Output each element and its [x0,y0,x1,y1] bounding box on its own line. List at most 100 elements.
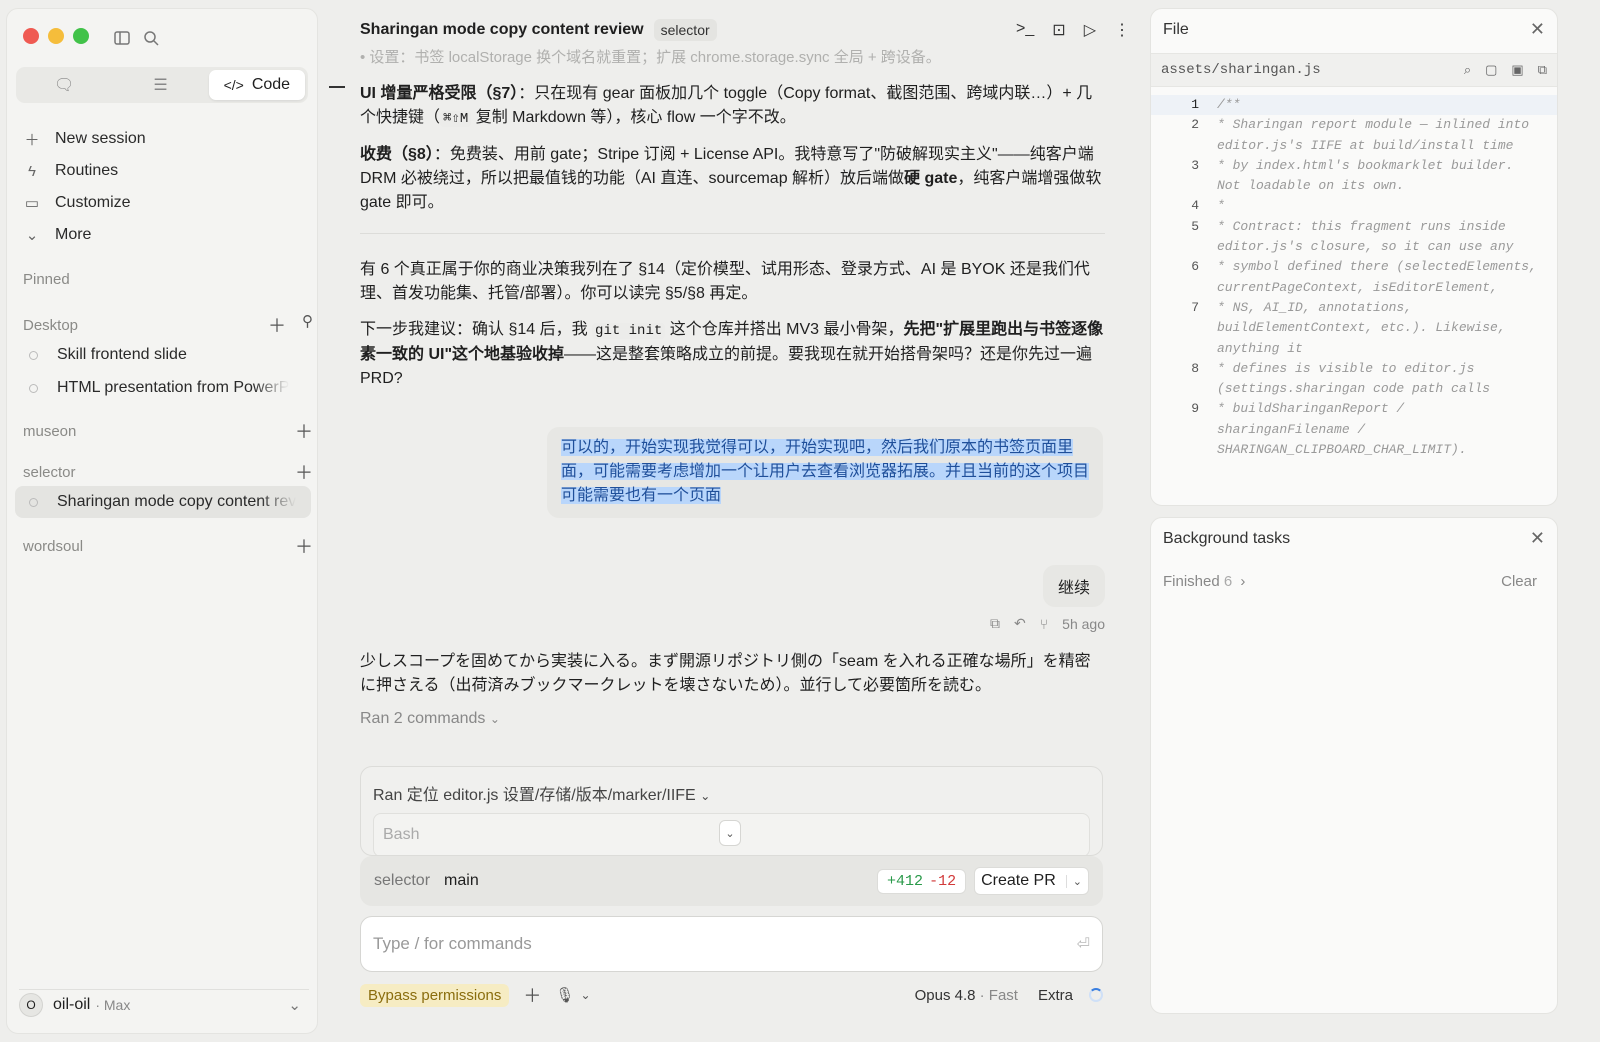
page-title: Sharingan mode copy content review [360,21,644,38]
search-icon[interactable]: ⌕ [1464,62,1471,78]
add-icon[interactable]: ＋ [295,533,313,559]
user-account[interactable]: O oil-oil · Max ⌄ [19,989,309,1019]
chevron-down-icon[interactable]: ⌄ [1065,874,1082,888]
ran-commands-toggle[interactable]: Ran 2 commands ⌄ [360,710,1105,728]
microphone-icon[interactable]: 🎙 [555,986,574,1004]
close-icon[interactable]: ✕ [1530,528,1545,549]
line-text: * by index.html's bookmarklet builder. N… [1217,157,1514,194]
bypass-permissions-button[interactable]: Bypass permissions [360,983,510,1007]
background-tasks-title: Background tasks [1163,530,1291,547]
branch-name[interactable]: main [444,872,479,890]
bold-text: 硬 gate [904,170,958,187]
git-status-bar: selector main +412 -12 Create PR ⌄ [360,856,1103,906]
scroll-marker [329,86,345,88]
add-icon[interactable]: ＋ [295,459,313,485]
desktop-section-header: Desktop ＋ ⚲ [23,312,313,338]
customize-button[interactable]: ▭ Customize [23,187,313,219]
copy-icon[interactable]: ⧉ [990,615,1000,632]
add-icon[interactable]: ＋ [268,312,286,338]
composer-footer: Bypass permissions ＋ 🎙 ⌄ Opus 4.8 · Fast… [360,982,1103,1008]
finished-count: 6 [1223,573,1233,590]
session-label: HTML presentation from PowerP [57,379,290,396]
line-text: * buildSharinganReport / sharinganFilena… [1217,401,1467,458]
pinned-section: Pinned [23,271,313,288]
bold-text: 收费（§8） [360,146,434,163]
selector-label: selector [23,463,76,481]
line-number: 5 [1191,218,1199,234]
undo-icon[interactable]: ↶ [1014,615,1026,632]
tab-tasks[interactable]: ☰ [112,70,208,100]
extra-button[interactable]: Extra [1038,987,1073,1004]
create-pr-button[interactable]: Create PR ⌄ [974,867,1089,895]
minimize-window-button[interactable] [48,28,64,44]
bash-label: Bash [383,826,420,843]
enter-icon[interactable]: ⏎ [1077,934,1090,954]
code-line: 4 * [1151,196,1557,216]
tab-chat[interactable]: 🗨 [16,70,112,100]
add-icon[interactable]: ＋ [295,418,313,444]
routines-button[interactable]: ϟ Routines [23,155,313,187]
toggle-sidebar-icon[interactable] [113,29,131,47]
conversation-content: • 设置：书签 localStorage 换个域名就重置；扩展 chrome.s… [360,48,1105,728]
maximize-window-button[interactable] [73,28,89,44]
search-icon[interactable] [142,29,160,47]
close-window-button[interactable] [23,28,39,44]
checklist-icon: ☰ [153,77,168,94]
session-item[interactable]: HTML presentation from PowerP [15,372,311,404]
finished-label: Finished [1163,573,1220,590]
chat-icon: 🗨 [54,77,75,94]
code-line: 1 /** [1151,95,1557,116]
message-paragraph: 有 6 个真正属于你的商业决策我列在了 §14（定价模型、试用形态、登录方式、A… [360,261,1090,302]
code-icon: </> [223,77,244,93]
diff-stats[interactable]: +412 -12 [877,868,967,894]
code-line: 3 * by index.html's bookmarklet builder.… [1151,156,1557,197]
model-name: Opus 4.8 [914,986,976,1004]
nav-label: Routines [55,162,119,179]
new-session-button[interactable]: ＋ New session [23,123,313,155]
shortcut-code: ⌘⇧M [440,111,472,127]
session-item[interactable]: Skill frontend slide [15,339,311,371]
ran-commands-label: Ran 2 commands [360,710,486,727]
chevron-right-icon: › [1240,573,1246,590]
download-icon[interactable]: ⊡ [1052,20,1065,40]
message-input[interactable] [373,934,1033,954]
command-title[interactable]: Ran 定位 editor.js 设置/存储/版本/marker/IIFE ⌄ [373,781,710,805]
text: 复制 Markdown 等），核心 flow 一个字不改。 [471,109,796,126]
terminal-icon[interactable]: >_ [1016,20,1034,40]
play-icon[interactable]: ▷ [1084,20,1096,40]
bold-text: UI 增量严格受限（§7） [360,85,519,102]
clear-button[interactable]: Clear [1501,573,1537,590]
open-folder-icon[interactable]: ▣ [1511,62,1523,78]
plus-icon[interactable]: ＋ [523,982,541,1008]
session-item-active[interactable]: Sharingan mode copy content rev [15,486,311,518]
model-selector[interactable]: Opus 4.8 · Fast [915,987,1018,1004]
close-icon[interactable]: ✕ [1530,19,1545,40]
copy-icon[interactable]: ⧉ [1538,62,1547,78]
repo-chip[interactable]: selector [653,19,717,41]
more-icon[interactable]: ⋮ [1114,20,1130,40]
session-status-icon [29,497,38,507]
finished-toggle[interactable]: Finished 6 › [1163,573,1245,590]
more-button[interactable]: ⌄ More [23,219,313,251]
filter-icon[interactable]: ⚲ [302,312,313,338]
session-label: Sharingan mode copy content rev [57,493,297,510]
expand-chevron-icon[interactable]: ⌄ [719,820,741,846]
line-number: 9 [1191,401,1199,417]
selector-section-header: selector ＋ [23,459,313,485]
user-message: 继续 [1043,565,1105,607]
museon-section-header: museon ＋ [23,418,313,444]
folder-icon[interactable]: ▢ [1485,62,1497,78]
text: 下一步我建议：确认 §14 后，我 [360,321,593,338]
line-number: 3 [1191,157,1199,173]
code-line: 2 * Sharingan report module — inlined in… [1151,115,1557,156]
code-line: 9 * buildSharinganReport / sharinganFile… [1151,399,1557,460]
chevron-down-icon: ⌄ [288,996,301,1014]
wordsoul-label: wordsoul [23,537,84,555]
lines-removed: -12 [929,872,957,890]
nav-label: More [55,226,92,243]
chevron-down-icon[interactable]: ⌄ [580,988,590,1002]
line-text: * [1217,198,1225,214]
user-plan: · Max [95,996,131,1013]
branch-icon[interactable]: ⑂ [1040,616,1048,632]
tab-code[interactable]: </> Code [208,70,305,100]
